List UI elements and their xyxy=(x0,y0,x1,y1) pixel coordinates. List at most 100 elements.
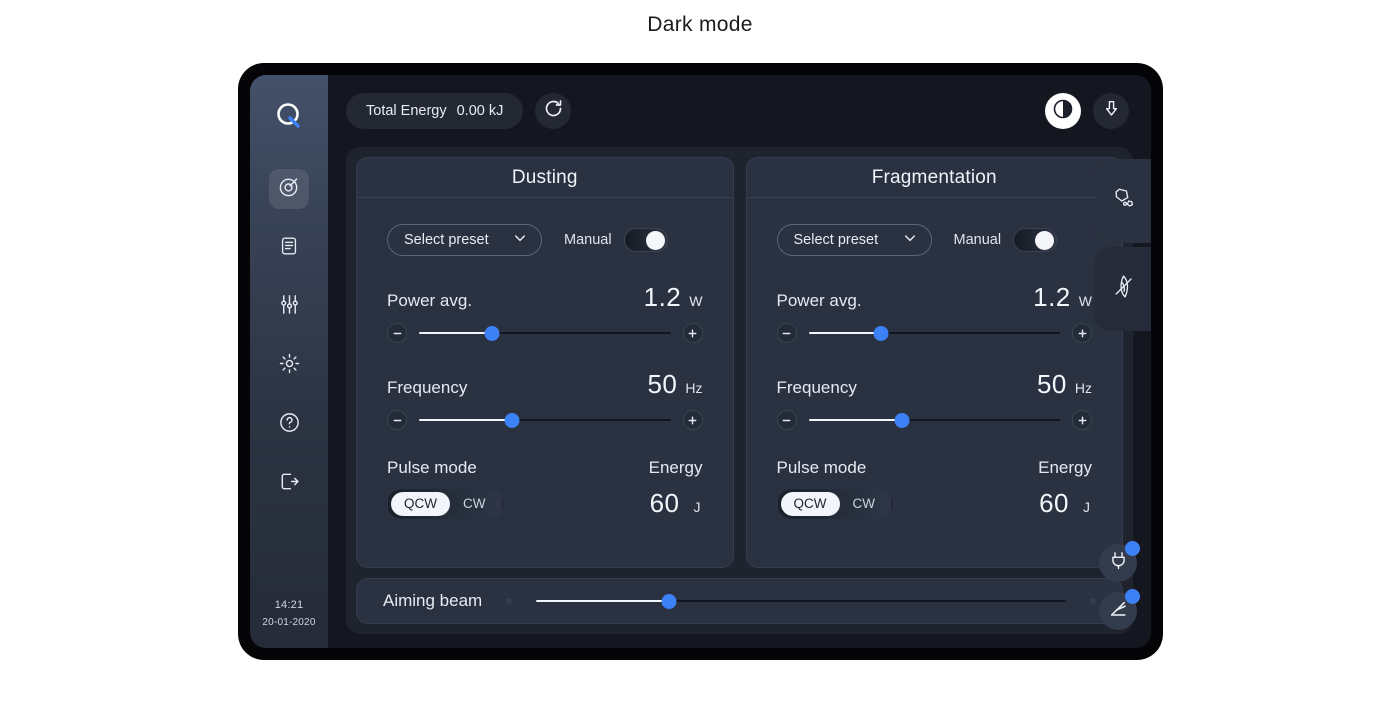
preset-row: Select preset Manual xyxy=(387,224,703,256)
stone-icon xyxy=(1110,185,1137,217)
total-energy-value: 0.00 kJ xyxy=(456,103,504,119)
pulse-energy-header: Pulse mode Energy xyxy=(387,458,703,478)
pulse-mode-option-qcw[interactable]: QCW xyxy=(780,491,840,516)
frequency-slider[interactable] xyxy=(419,412,671,428)
pulse-mode-segmented-control[interactable]: QCW CW xyxy=(776,488,892,519)
power-increment-button[interactable] xyxy=(1072,323,1092,343)
power-value-group: 1.2 W xyxy=(644,282,703,313)
energy-unit: J xyxy=(693,499,701,515)
sliders-icon xyxy=(278,293,301,321)
aiming-beam-min-dot xyxy=(506,598,513,604)
energy-label: Energy xyxy=(1038,458,1092,477)
power-value: 1.2 xyxy=(1033,282,1071,312)
page-title: Dark mode xyxy=(647,13,753,36)
floating-buttons xyxy=(1099,541,1140,630)
select-preset-dropdown[interactable]: Select preset xyxy=(776,224,932,256)
select-preset-dropdown[interactable]: Select preset xyxy=(387,224,542,256)
power-control: Power avg. 1.2 W xyxy=(776,282,1093,343)
sidebar-item-document[interactable] xyxy=(269,228,309,268)
rail-tab-fiber[interactable] xyxy=(1095,247,1151,331)
power-increment-button[interactable] xyxy=(682,323,703,343)
slider-fill xyxy=(419,419,513,421)
energy-label: Energy xyxy=(648,458,703,477)
chevron-down-icon xyxy=(512,230,528,250)
frequency-slider[interactable] xyxy=(808,412,1060,428)
pulse-energy-block: Pulse mode Energy QCW CW 60 J xyxy=(776,458,1093,519)
fab-laser-fiber[interactable] xyxy=(1099,589,1140,630)
fab-plug-badge xyxy=(1125,541,1140,556)
frequency-label: Frequency xyxy=(776,378,857,397)
frequency-header: Frequency 50 Hz xyxy=(387,369,703,400)
pulse-mode-segmented-control[interactable]: QCW CW xyxy=(387,488,503,519)
frequency-control: Frequency 50 Hz xyxy=(776,369,1093,430)
main-area: Total Energy 0.00 kJ Dusting Select pres… xyxy=(328,75,1151,648)
question-circle-icon xyxy=(278,411,301,439)
power-slider-row xyxy=(387,323,703,343)
slider-thumb[interactable] xyxy=(661,593,677,609)
aiming-beam-slider[interactable] xyxy=(536,593,1066,609)
power-slider-row xyxy=(776,323,1092,343)
slider-fill xyxy=(808,419,902,421)
frequency-increment-button[interactable] xyxy=(1072,410,1092,430)
frequency-slider-row xyxy=(776,410,1092,430)
aiming-beam-label: Aiming beam xyxy=(383,591,483,610)
pulse-mode-label: Pulse mode xyxy=(776,458,867,477)
slider-thumb[interactable] xyxy=(894,412,910,428)
frequency-label: Frequency xyxy=(387,378,468,397)
panel-body-dusting: Select preset Manual Power avg. 1.2 W Fr… xyxy=(357,198,733,567)
toggle-knob xyxy=(1035,230,1055,250)
frequency-unit: Hz xyxy=(685,380,703,396)
fiber-icon xyxy=(1110,273,1137,305)
fab-plug[interactable] xyxy=(1099,541,1140,582)
slider-fill xyxy=(419,332,492,334)
manual-toggle-group: Manual xyxy=(564,228,668,252)
slider-thumb[interactable] xyxy=(484,325,500,341)
fab-laser-fiber-badge xyxy=(1125,589,1140,604)
pulse-mode-option-cw[interactable]: CW xyxy=(840,492,889,516)
slider-thumb[interactable] xyxy=(504,412,520,428)
total-energy-label: Total Energy xyxy=(366,103,447,119)
panel-dusting: Dusting Select preset Manual Power avg. … xyxy=(356,157,734,568)
sidebar-item-target[interactable] xyxy=(269,169,309,209)
power-value: 1.2 xyxy=(643,282,682,312)
power-header: Power avg. 1.2 W xyxy=(777,282,1093,313)
slider-thumb[interactable] xyxy=(873,325,889,341)
sidebar-item-settings[interactable] xyxy=(269,346,309,386)
top-bar: Total Energy 0.00 kJ xyxy=(328,75,1151,147)
power-decrement-button[interactable] xyxy=(387,323,407,343)
manual-toggle[interactable] xyxy=(623,228,668,252)
rail-tab-stone[interactable] xyxy=(1095,159,1151,243)
energy-value-group: 60 J xyxy=(650,488,703,519)
power-decrement-button[interactable] xyxy=(776,323,797,343)
aiming-beam-max-dot xyxy=(1090,598,1096,604)
slider-fill xyxy=(808,332,882,334)
sidebar-item-help[interactable] xyxy=(269,405,309,445)
power-slider[interactable] xyxy=(808,325,1060,341)
pulse-mode-option-qcw[interactable]: QCW xyxy=(391,491,450,516)
manual-toggle[interactable] xyxy=(1013,228,1058,252)
energy-value: 60 xyxy=(649,488,680,518)
sidebar-item-logout[interactable] xyxy=(269,464,309,504)
power-control: Power avg. 1.2 W xyxy=(387,282,703,343)
frequency-control: Frequency 50 Hz xyxy=(387,369,703,430)
frequency-increment-button[interactable] xyxy=(682,410,703,430)
energy-value: 60 xyxy=(1039,488,1069,518)
sidebar-clock: 14:21 20-01-2020 xyxy=(250,597,328,630)
manual-toggle-group: Manual xyxy=(954,228,1058,252)
pulse-energy-row: QCW CW 60 J xyxy=(776,488,1093,519)
download-button[interactable] xyxy=(1093,93,1129,129)
sidebar: 14:21 20-01-2020 xyxy=(250,75,328,648)
frequency-decrement-button[interactable] xyxy=(387,410,407,430)
power-label: Power avg. xyxy=(776,291,862,310)
power-slider[interactable] xyxy=(419,325,671,341)
contrast-toggle-button[interactable] xyxy=(1045,93,1081,129)
frequency-decrement-button[interactable] xyxy=(776,410,797,430)
pulse-mode-option-cw[interactable]: CW xyxy=(450,492,499,516)
power-unit: W xyxy=(689,293,703,309)
refresh-button[interactable] xyxy=(535,93,572,129)
plug-icon xyxy=(1108,550,1129,576)
sidebar-item-sliders[interactable] xyxy=(269,287,309,327)
clock-time: 14:21 xyxy=(274,599,304,612)
panel-body-fragmentation: Select preset Manual Power avg. 1.2 W Fr… xyxy=(747,198,1123,567)
frequency-header: Frequency 50 Hz xyxy=(777,369,1093,400)
